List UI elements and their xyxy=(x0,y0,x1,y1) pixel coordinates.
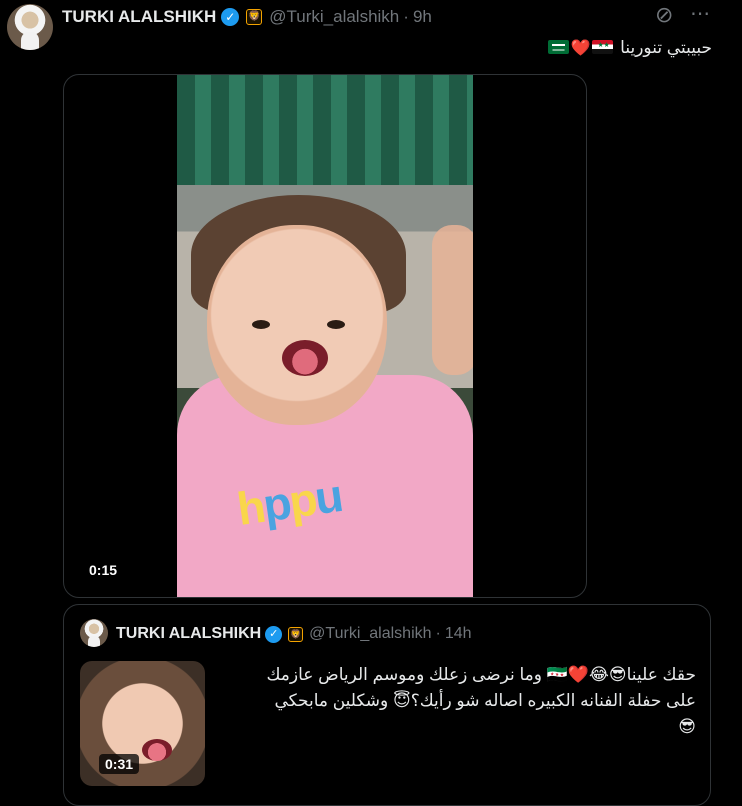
tweet-header: TURKI ALALSHIKH ✓ 🦁 @Turki_alalshikh · 9… xyxy=(62,6,432,28)
quoted-verified-badge-icon: ✓ xyxy=(265,625,283,643)
author-avatar[interactable] xyxy=(7,4,53,50)
video-hand xyxy=(432,225,473,375)
video-face xyxy=(207,225,387,425)
meta-separator: · xyxy=(403,7,409,26)
flag-saudi-arabia-icon xyxy=(547,40,569,54)
quoted-tweet-header: TURKI ALALSHIKH ✓ 🦁 @Turki_alalshikh · 1… xyxy=(116,624,472,644)
video-eye-left xyxy=(252,320,270,329)
video-player[interactable]: hppu xyxy=(177,75,473,597)
tweet-text: حبيبتي تنورينا ❤️ xyxy=(412,38,712,58)
tweet-time[interactable]: 9h xyxy=(413,7,432,27)
quoted-tweet[interactable]: TURKI ALALSHIKH ✓ 🦁 @Turki_alalshikh · 1… xyxy=(63,604,711,806)
grok-icon[interactable]: ⊘ xyxy=(655,4,673,26)
quoted-text-line-1: حقك علينا😎😂❤️🇸🇾 وما نرضى زعلك وموسم الري… xyxy=(266,665,696,684)
quoted-text-line-3: 😎 xyxy=(678,717,696,736)
video-curtain-background xyxy=(177,75,473,185)
quoted-meta-separator: · xyxy=(435,625,441,642)
tweet-media-container[interactable]: hppu 0:15 xyxy=(63,74,587,598)
verified-badge-icon: ✓ xyxy=(221,8,240,26)
quoted-video-duration: 0:31 xyxy=(99,754,140,774)
quoted-video-thumbnail[interactable]: 0:31 xyxy=(80,661,205,786)
video-mouth xyxy=(282,340,328,376)
more-options-icon[interactable]: ⋯ xyxy=(690,4,711,24)
quoted-author-handle: @Turki_alalshikh xyxy=(309,625,432,642)
organization-badge-icon[interactable]: 🦁 xyxy=(246,9,263,25)
quoted-thumb-mouth xyxy=(142,739,172,761)
author-handle[interactable]: @Turki_alalshikh xyxy=(269,7,399,27)
red-heart-icon: ❤️ xyxy=(570,40,591,57)
tweet-text-body: حبيبتي تنورينا xyxy=(620,38,712,57)
video-duration: 0:15 xyxy=(89,562,118,578)
quoted-text-line-2: على حفلة الفنانه الكبيره اصاله شو رأيك؟😇… xyxy=(274,691,696,710)
author-name[interactable]: TURKI ALALSHIKH xyxy=(62,7,216,27)
quoted-author-name: TURKI ALALSHIKH xyxy=(116,625,262,642)
quoted-organization-badge-icon: 🦁 xyxy=(288,626,304,642)
video-eye-right xyxy=(327,320,345,329)
quoted-tweet-text: حقك علينا😎😂❤️🇸🇾 وما نرضى زعلك وموسم الري… xyxy=(216,662,696,740)
flag-syria-icon xyxy=(592,40,614,54)
quoted-tweet-time: 14h xyxy=(444,625,472,642)
quoted-author-avatar xyxy=(80,619,108,647)
